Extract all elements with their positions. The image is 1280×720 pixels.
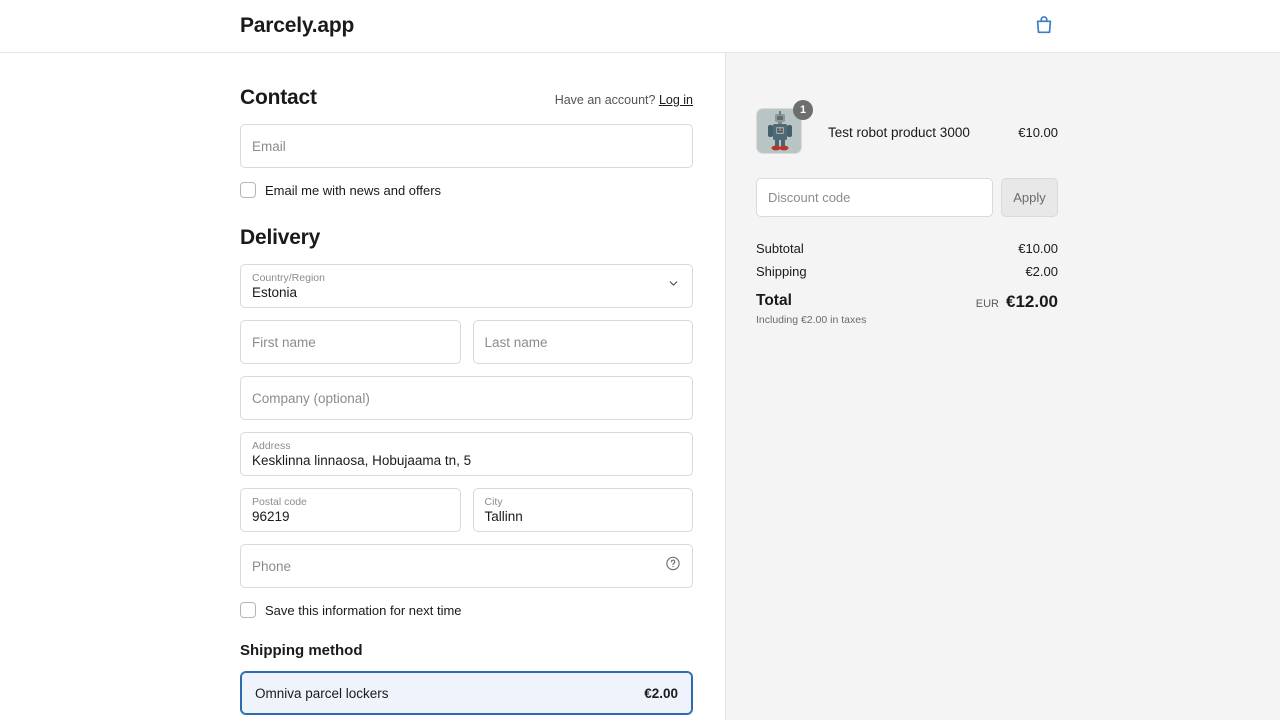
- contact-header: Contact Have an account? Log in: [240, 86, 693, 110]
- city-label: City: [485, 497, 682, 508]
- quantity-badge: 1: [793, 100, 813, 120]
- country-value: Estonia: [252, 286, 681, 300]
- address-field[interactable]: Address Kesklinna linnaosa, Hobujaama tn…: [240, 432, 693, 476]
- account-prompt: Have an account? Log in: [555, 93, 693, 107]
- tax-note: Including €2.00 in taxes: [756, 314, 866, 326]
- question-mark-circle-icon[interactable]: [665, 556, 681, 577]
- country-label: Country/Region: [252, 273, 681, 284]
- company-placeholder: Company (optional): [252, 391, 370, 406]
- shipping-total-value: €2.00: [1025, 264, 1058, 279]
- discount-row: Discount code Apply: [756, 178, 1058, 217]
- checkout-form-column: Contact Have an account? Log in Email Em…: [0, 53, 726, 720]
- shipping-method-title: Shipping method: [240, 642, 693, 659]
- order-line-item: 1 Test robot product 3000 €10.00: [756, 108, 1058, 156]
- postal-code-value: 96219: [252, 510, 449, 524]
- newsletter-checkbox-row[interactable]: Email me with news and offers: [240, 182, 693, 198]
- product-thumbnail-wrap: 1: [756, 108, 804, 156]
- address-value: Kesklinna linnaosa, Hobujaama tn, 5: [252, 454, 681, 468]
- site-header: Parcely.app: [0, 0, 1280, 53]
- shipping-option-omniva[interactable]: Omniva parcel lockers €2.00: [240, 671, 693, 715]
- checkout-layout: Contact Have an account? Log in Email Em…: [0, 53, 1280, 720]
- address-label: Address: [252, 441, 681, 452]
- cart-button[interactable]: [1031, 14, 1057, 40]
- postal-code-field[interactable]: Postal code 96219: [240, 488, 461, 532]
- postal-code-label: Postal code: [252, 497, 449, 508]
- save-info-label: Save this information for next time: [265, 603, 462, 618]
- shipping-option-label: Omniva parcel lockers: [255, 686, 389, 701]
- apply-discount-button[interactable]: Apply: [1001, 178, 1058, 217]
- discount-code-input[interactable]: Discount code: [756, 178, 993, 217]
- brand-logo[interactable]: Parcely.app: [240, 14, 354, 38]
- order-totals: Subtotal €10.00 Shipping €2.00 Total Inc…: [756, 241, 1058, 326]
- total-label: Total: [756, 292, 866, 311]
- product-price: €10.00: [1018, 125, 1058, 140]
- last-name-placeholder: Last name: [485, 335, 548, 350]
- contact-title: Contact: [240, 86, 317, 110]
- save-info-checkbox-row[interactable]: Save this information for next time: [240, 602, 693, 618]
- phone-placeholder: Phone: [252, 559, 291, 574]
- total-value: €12.00: [1006, 292, 1058, 312]
- login-link[interactable]: Log in: [659, 93, 693, 107]
- first-name-placeholder: First name: [252, 335, 316, 350]
- shipping-option-price: €2.00: [644, 686, 678, 701]
- shipping-total-label: Shipping: [756, 264, 807, 279]
- newsletter-label: Email me with news and offers: [265, 183, 441, 198]
- phone-field[interactable]: Phone: [240, 544, 693, 588]
- subtotal-row: Subtotal €10.00: [756, 241, 1058, 256]
- account-prompt-text: Have an account?: [555, 93, 656, 107]
- product-name: Test robot product 3000: [828, 125, 1018, 140]
- delivery-title: Delivery: [240, 226, 693, 250]
- city-value: Tallinn: [485, 510, 682, 524]
- newsletter-checkbox[interactable]: [240, 182, 256, 198]
- order-summary-column: 1 Test robot product 3000 €10.00 Discoun…: [726, 53, 1280, 720]
- grand-total-row: Total Including €2.00 in taxes EUR €12.0…: [756, 292, 1058, 326]
- shipping-row: Shipping €2.00: [756, 264, 1058, 279]
- company-field[interactable]: Company (optional): [240, 376, 693, 420]
- discount-code-placeholder: Discount code: [768, 190, 850, 205]
- save-info-checkbox[interactable]: [240, 602, 256, 618]
- email-field[interactable]: Email: [240, 124, 693, 168]
- last-name-field[interactable]: Last name: [473, 320, 694, 364]
- first-name-field[interactable]: First name: [240, 320, 461, 364]
- currency-code: EUR: [976, 298, 999, 310]
- shopping-bag-icon: [1033, 14, 1055, 41]
- subtotal-label: Subtotal: [756, 241, 804, 256]
- subtotal-value: €10.00: [1018, 241, 1058, 256]
- country-select[interactable]: Country/Region Estonia: [240, 264, 693, 308]
- email-placeholder: Email: [252, 139, 286, 154]
- city-field[interactable]: City Tallinn: [473, 488, 694, 532]
